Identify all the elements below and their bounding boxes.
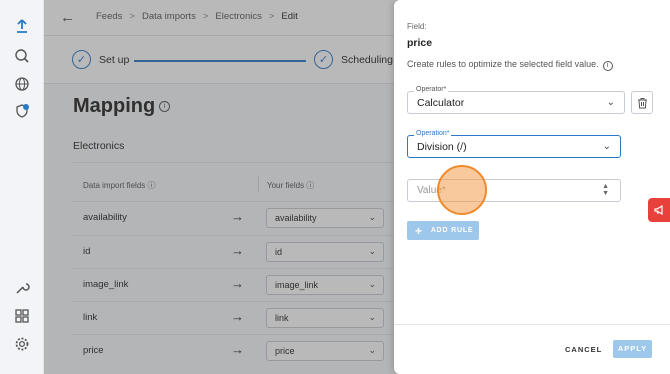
- chevron-down-icon: ⌄: [602, 141, 611, 152]
- operator-select[interactable]: Operator* Calculator ⌄: [407, 86, 625, 114]
- rules-drawer: Field: price Create rules to optimize th…: [394, 0, 670, 374]
- globe-icon[interactable]: [12, 74, 32, 94]
- gear-icon[interactable]: [12, 334, 32, 354]
- delete-rule-button[interactable]: [631, 91, 653, 114]
- value-input[interactable]: Value* ▲ ▼: [407, 179, 621, 202]
- info-icon[interactable]: i: [602, 61, 613, 71]
- shield-badge-icon[interactable]: [12, 101, 32, 121]
- megaphone-icon: [654, 204, 663, 216]
- operation-label: Operation*: [414, 130, 452, 137]
- cancel-button[interactable]: CANCEL: [565, 345, 602, 354]
- number-stepper-icon[interactable]: ▲ ▼: [602, 183, 609, 197]
- wrench-icon[interactable]: [12, 278, 32, 298]
- apply-button[interactable]: APPLY: [613, 340, 652, 358]
- trash-icon: [637, 97, 647, 108]
- operator-value: Calculator: [417, 97, 465, 109]
- operation-value: Division (/): [417, 141, 467, 153]
- field-label: Field:: [407, 22, 427, 31]
- add-rule-button[interactable]: + ADD RULE: [407, 221, 479, 240]
- value-placeholder: Value*: [417, 185, 446, 196]
- grid-icon[interactable]: [12, 306, 32, 326]
- field-name: price: [407, 37, 433, 49]
- upload-icon[interactable]: [12, 16, 32, 36]
- search-target-icon[interactable]: [12, 46, 32, 66]
- add-rule-label: ADD RULE: [430, 227, 474, 234]
- left-icon-rail: [0, 0, 44, 374]
- drawer-description: Create rules to optimize the selected fi…: [407, 59, 613, 71]
- operator-label: Operator*: [414, 86, 449, 93]
- feedback-tab[interactable]: [648, 198, 670, 222]
- operation-select[interactable]: Operation* Division (/) ⌄: [407, 130, 621, 158]
- plus-icon: +: [415, 223, 423, 238]
- chevron-down-icon: ⌄: [606, 97, 615, 108]
- footer-divider: [394, 324, 670, 325]
